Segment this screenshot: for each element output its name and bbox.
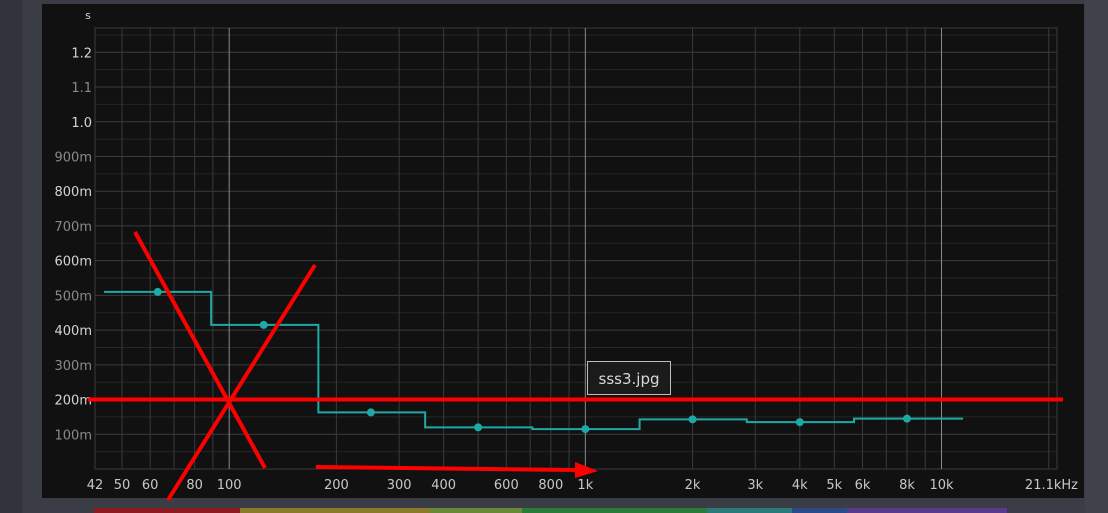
x-tick-label: 1k: [577, 478, 593, 493]
band-segment[interactable]: [430, 508, 522, 513]
x-tick-label: 600: [494, 478, 519, 493]
x-tick-label: 60: [142, 478, 159, 493]
y-tick-label: 500m: [55, 289, 92, 304]
data-point: [688, 415, 697, 424]
band-segment[interactable]: [94, 508, 240, 513]
x-tick-label: 21.1kHz: [1025, 478, 1078, 493]
data-point: [366, 408, 375, 417]
x-axis-labels: 42 50 60 80 100 200 300 400 600 800 1k 2k 3k 4k 5k 6k 8k…: [87, 478, 1078, 493]
x-tick-label: 10k: [929, 478, 954, 493]
x-tick-label: 50: [114, 478, 131, 493]
y-tick-label: 700m: [55, 220, 92, 235]
x-tick-label: 6k: [855, 478, 871, 493]
band-segment[interactable]: [847, 508, 1007, 513]
x-tick-label: 8k: [899, 478, 915, 493]
arrow-head: [575, 462, 598, 478]
data-point: [795, 418, 804, 427]
y-axis-unit: s: [85, 9, 91, 22]
data-point: [153, 287, 162, 296]
x-tick-label: 3k: [747, 478, 763, 493]
plot-border: [94, 27, 1058, 470]
x-tick-label: 4k: [792, 478, 808, 493]
cross-stroke: [133, 231, 267, 469]
y-axis-labels: 1.2 1.1 1.0 900m 800m 700m 600m 500m 400m 300m 200…: [55, 46, 92, 443]
arrow-shaft: [315, 465, 579, 472]
x-tick-label: 2k: [685, 478, 701, 493]
x-tick-label: 200: [324, 478, 349, 493]
y-tick-label: 1.1: [71, 81, 92, 96]
band-segment[interactable]: [707, 508, 792, 513]
y-tick-label: 900m: [55, 150, 92, 165]
x-tick-label: 5k: [826, 478, 842, 493]
y-tick-label: 200m: [55, 394, 92, 409]
annotations: [88, 231, 1063, 502]
band-segment[interactable]: [792, 508, 847, 513]
tooltip: sss3.jpg: [587, 361, 671, 395]
data-point: [259, 320, 268, 329]
data-point: [474, 423, 483, 432]
x-tick-label: 800: [538, 478, 563, 493]
y-tick-label: 800m: [55, 185, 92, 200]
y-tick-label: 300m: [55, 359, 92, 374]
y-tick-label: 400m: [55, 324, 92, 339]
band-segment[interactable]: [522, 508, 707, 513]
grid: [94, 27, 1058, 470]
x-tick-label: 400: [431, 478, 456, 493]
x-tick-label: 80: [186, 478, 203, 493]
reverb-time-chart: 1.2 1.1 1.0 900m 800m 700m 600m 500m 400m 300m 200…: [55, 9, 1078, 502]
x-tick-label: 42: [87, 478, 104, 493]
y-tick-label: 1.2: [71, 46, 92, 61]
y-tick-label: 1.0: [71, 116, 92, 131]
band-color-strip: [94, 508, 1007, 513]
x-tick-label: 100: [217, 478, 242, 493]
band-segment[interactable]: [240, 508, 430, 513]
y-tick-label: 600m: [55, 255, 92, 270]
data-point: [581, 425, 590, 434]
y-tick-label: 100m: [55, 428, 92, 443]
x-tick-label: 300: [387, 478, 412, 493]
data-point: [902, 414, 911, 423]
